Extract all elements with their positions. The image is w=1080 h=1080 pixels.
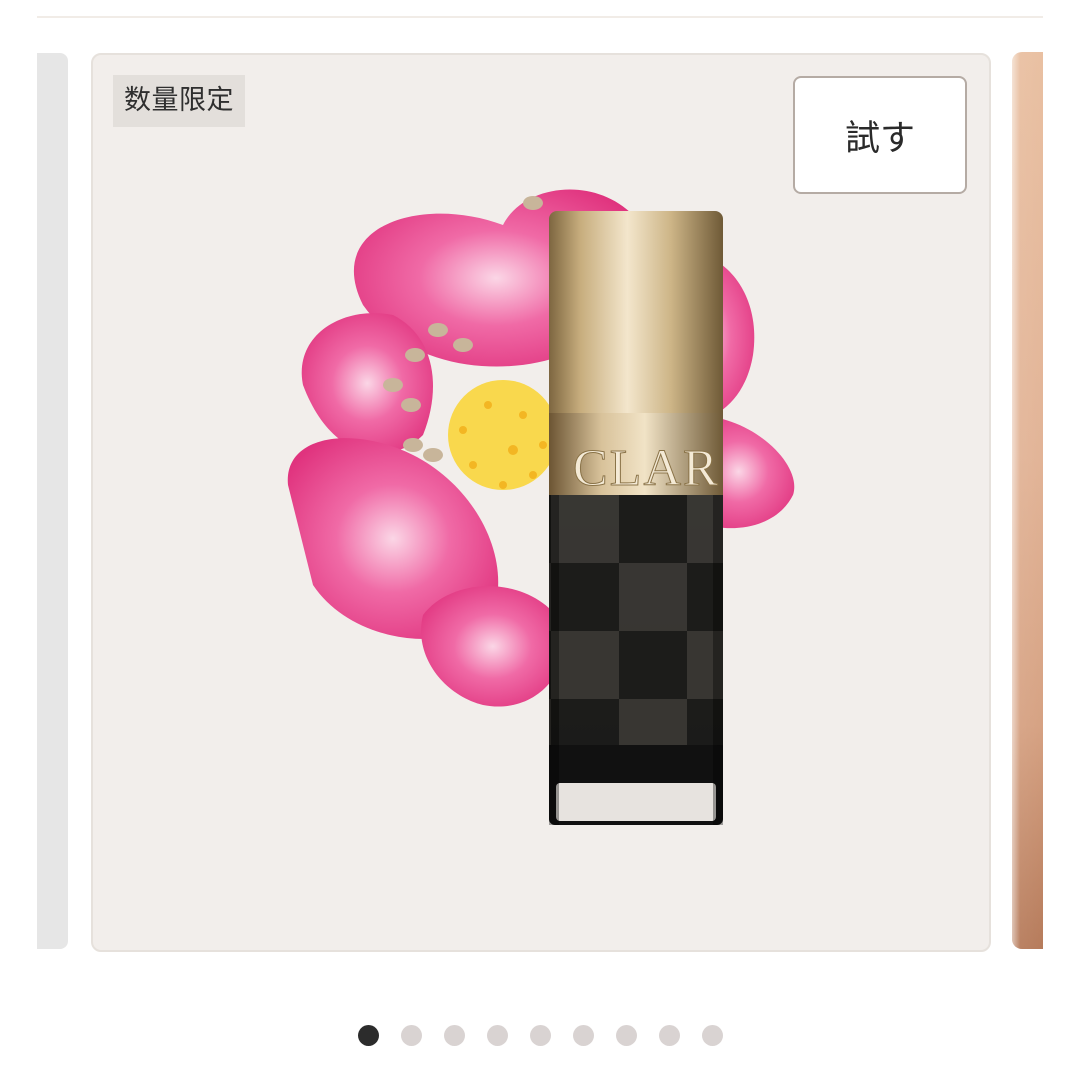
lip-oil-bottle: CLAR — [549, 211, 723, 825]
pagination-dot-6[interactable] — [572, 1025, 594, 1046]
bottle-brand-text: CLAR — [573, 440, 720, 497]
next-slide-shade — [1012, 52, 1043, 949]
pagination-dot-7[interactable] — [615, 1025, 637, 1046]
pagination-dot-1[interactable] — [357, 1025, 379, 1046]
product-slide[interactable]: CLAR 数量限定 試す — [91, 53, 991, 952]
pagination-dot-4[interactable] — [486, 1025, 508, 1046]
previous-slide-peek[interactable] — [37, 53, 68, 949]
pagination-dot-3[interactable] — [443, 1025, 465, 1046]
limited-quantity-badge: 数量限定 — [113, 75, 245, 127]
pagination-dot-9[interactable] — [701, 1025, 723, 1046]
pagination-dot-8[interactable] — [658, 1025, 680, 1046]
carousel-pagination — [0, 1025, 1080, 1049]
badge-text: 数量限定 — [124, 85, 234, 116]
try-on-button[interactable]: 試す — [793, 76, 967, 194]
pagination-dot-5[interactable] — [529, 1025, 551, 1046]
next-slide-peek[interactable] — [1012, 52, 1043, 949]
product-carousel[interactable]: CLAR 数量限定 試す — [0, 0, 1080, 1080]
pagination-dot-2[interactable] — [400, 1025, 422, 1046]
